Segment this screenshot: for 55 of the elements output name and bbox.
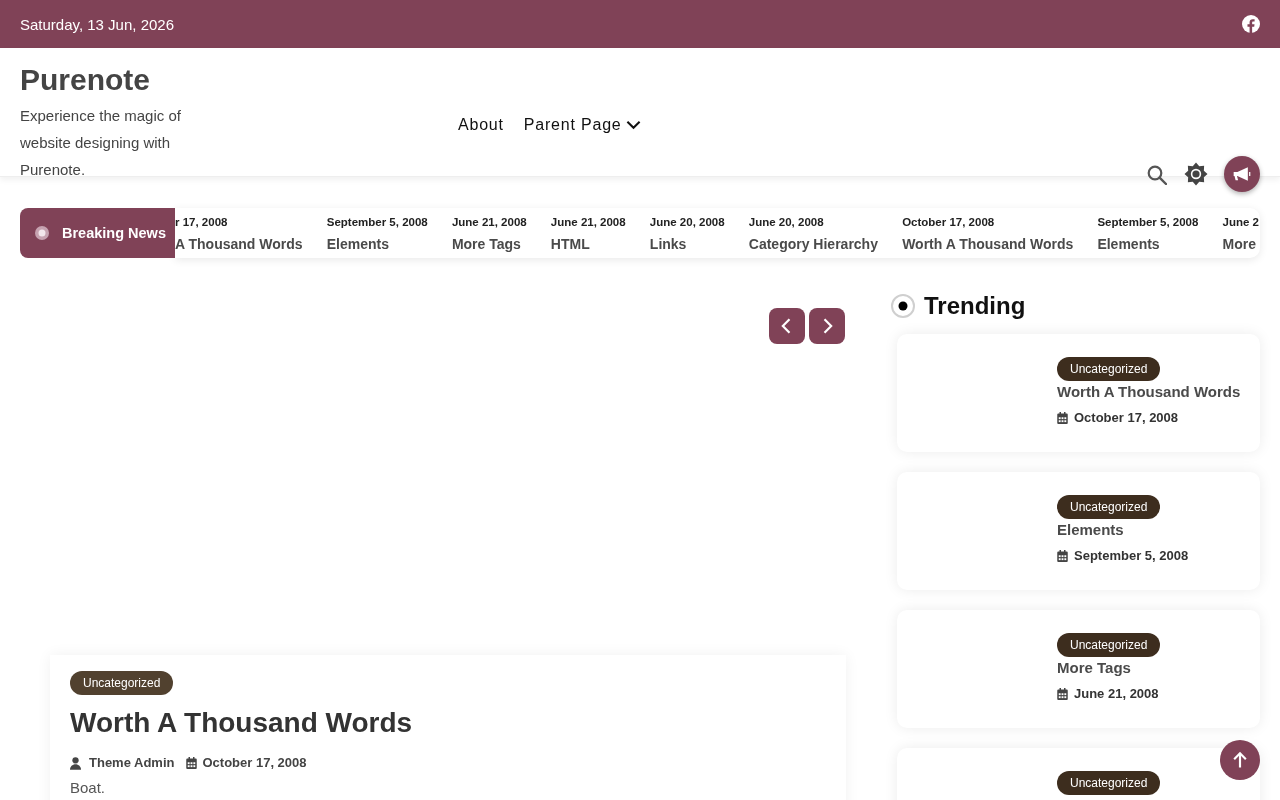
next-button[interactable] <box>809 308 845 344</box>
sun-icon[interactable] <box>1184 162 1208 186</box>
calendar-icon <box>186 757 198 769</box>
category-tag[interactable]: Uncategorized <box>1057 771 1161 795</box>
category-tag[interactable]: Uncategorized <box>1057 357 1161 381</box>
nav-link[interactable]: About <box>458 113 504 137</box>
post-title[interactable]: Elements <box>1057 520 1124 540</box>
breaking-news-title: Breaking News <box>62 225 166 241</box>
post-title[interactable]: Worth A Thousand Words <box>1057 382 1241 402</box>
search-icon[interactable] <box>1147 165 1167 185</box>
post-excerpt: Boat. <box>70 779 107 797</box>
ticker-date: October 17, 2008 <box>902 215 996 230</box>
current-date: Saturday, 13 Jun, 2026 <box>20 15 174 33</box>
post-date: September 5, 2008 <box>1074 548 1189 564</box>
ticker-headline[interactable]: Category Hierarchy <box>748 236 878 252</box>
ticker-headline[interactable]: HTML <box>550 236 626 252</box>
post-date: October 17, 2008 <box>202 755 307 771</box>
post-date: June 21, 2008 <box>1074 686 1159 702</box>
ticker-date: September 5, 2008 <box>1097 215 1199 230</box>
facebook-icon[interactable] <box>1242 15 1260 33</box>
calendar-icon <box>1057 412 1068 424</box>
ticker-headline[interactable]: More <box>1222 236 1259 252</box>
scroll-to-top-button[interactable] <box>1220 740 1260 780</box>
announcement-button[interactable] <box>1224 156 1260 192</box>
ticker-date: June 2 <box>1222 215 1259 230</box>
ticker-date: June 21, 2008 <box>451 215 527 230</box>
ticker-headline[interactable]: Worth A Thousand Words <box>902 236 1074 252</box>
ticker-headline[interactable]: Links <box>649 236 725 252</box>
ticker-date: June 21, 2008 <box>550 215 626 230</box>
post-author[interactable]: Theme Admin <box>89 755 175 771</box>
calendar-icon <box>1057 688 1068 700</box>
calendar-icon <box>1057 550 1068 562</box>
ticker-date: June 20, 2008 <box>748 215 825 230</box>
ticker-headline[interactable]: Elements <box>1097 236 1199 252</box>
ticker-headline[interactable]: A Thousand Words <box>175 236 303 252</box>
category-tag[interactable]: Uncategorized <box>1057 633 1161 657</box>
user-icon <box>70 756 81 770</box>
post-date: October 17, 2008 <box>1074 410 1179 426</box>
ticker-headline[interactable]: Elements <box>326 236 428 252</box>
ticker-headline[interactable]: More Tags <box>451 236 527 252</box>
ticker-date: September 5, 2008 <box>326 215 428 230</box>
bullet-icon <box>891 294 915 318</box>
site-tagline: Experience the magic of website designing with Purenote. <box>20 106 182 180</box>
previous-button[interactable] <box>769 308 805 344</box>
category-tag[interactable]: Uncategorized <box>1057 495 1161 519</box>
dot-icon <box>35 226 49 240</box>
megaphone-icon <box>1232 164 1252 184</box>
category-tag[interactable]: Uncategorized <box>70 671 174 695</box>
site-title[interactable]: Purenote <box>20 62 151 98</box>
nav-link[interactable]: Parent Page <box>523 113 641 137</box>
post-title[interactable]: Worth A Thousand Words <box>70 705 826 741</box>
ticker-date: r 17, 2008 <box>175 215 229 230</box>
ticker-date: June 20, 2008 <box>649 215 725 230</box>
post-title[interactable]: More Tags <box>1057 658 1131 678</box>
section-heading: Trending <box>924 292 1026 320</box>
